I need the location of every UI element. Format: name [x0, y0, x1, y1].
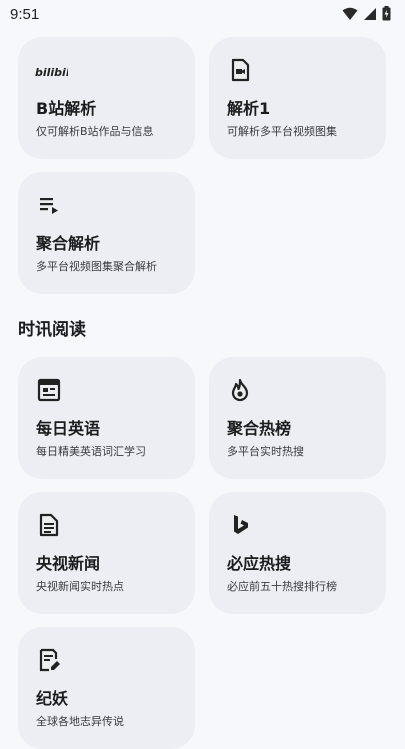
card-title: 央视新闻 — [36, 554, 101, 573]
article-icon — [39, 513, 59, 537]
svg-text:bilibili: bilibili — [35, 66, 68, 79]
card-title: 聚合解析 — [36, 234, 101, 253]
card-subtitle: 全球各地志异传说 — [36, 715, 124, 728]
video-file-icon — [231, 58, 250, 82]
card-subtitle: 可解析多平台视频图集 — [227, 125, 337, 138]
card-title: 必应热搜 — [227, 554, 292, 573]
card-daily-english[interactable]: 每日英语 每日精美英语词汇学习 — [18, 357, 195, 479]
calendar-icon — [37, 378, 61, 402]
battery-icon — [382, 6, 391, 21]
edit-note-icon — [39, 648, 60, 672]
card-subtitle: 央视新闻实时热点 — [36, 580, 124, 593]
bilibili-logo-icon: bilibili — [35, 66, 68, 79]
card-parse-1[interactable]: 解析1 可解析多平台视频图集 — [209, 37, 386, 159]
card-subtitle: 仅可解析B站作品与信息 — [36, 125, 154, 138]
card-bing-hot[interactable]: 必应热搜 必应前五十热搜排行榜 — [209, 492, 386, 614]
card-subtitle: 每日精美英语词汇学习 — [36, 445, 146, 458]
status-bar: 9:51 — [0, 0, 405, 30]
card-aggregate-parse[interactable]: 聚合解析 多平台视频图集聚合解析 — [18, 172, 195, 294]
status-time: 9:51 — [10, 6, 40, 23]
playlist-icon — [40, 198, 58, 214]
card-bilibili-parse[interactable]: bilibili B站解析 仅可解析B站作品与信息 — [18, 37, 195, 159]
bing-icon — [234, 515, 248, 534]
card-title: 纪妖 — [36, 689, 69, 708]
card-cctv-news[interactable]: 央视新闻 央视新闻实时热点 — [18, 492, 195, 614]
section-title: 时讯阅读 — [18, 320, 86, 340]
card-subtitle: 多平台实时热搜 — [227, 445, 304, 458]
wifi-icon — [342, 7, 358, 20]
status-icons — [342, 6, 391, 21]
card-title: 解析1 — [227, 99, 271, 118]
signal-icon — [364, 7, 376, 20]
card-title: 聚合热榜 — [227, 419, 292, 438]
card-subtitle: 必应前五十热搜排行榜 — [227, 580, 337, 593]
fire-icon — [231, 378, 249, 402]
card-title: 每日英语 — [36, 419, 101, 438]
card-subtitle: 多平台视频图集聚合解析 — [36, 260, 157, 273]
card-aggregate-hot[interactable]: 聚合热榜 多平台实时热搜 — [209, 357, 386, 479]
card-jiyao[interactable]: 纪妖 全球各地志异传说 — [18, 627, 195, 749]
card-title: B站解析 — [36, 99, 97, 118]
